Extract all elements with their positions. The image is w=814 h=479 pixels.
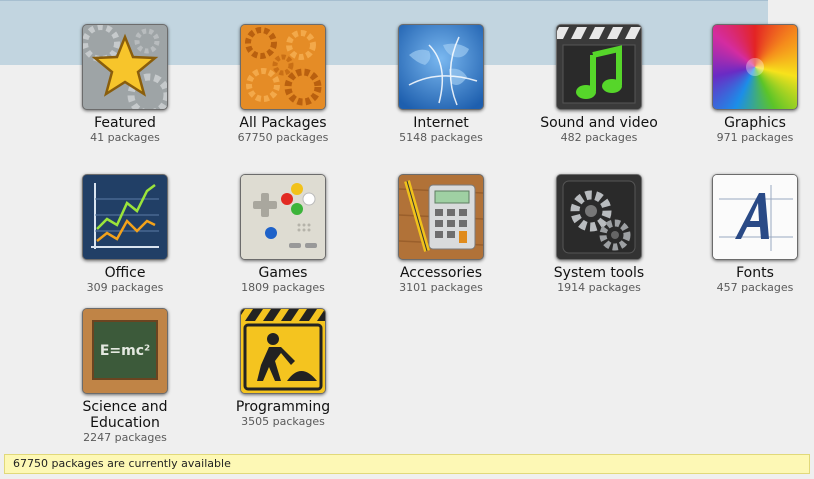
- category-sound-and-video[interactable]: Sound and video 482 packages: [538, 24, 660, 144]
- category-office[interactable]: Office 309 packages: [64, 174, 186, 294]
- category-label: Featured: [94, 115, 156, 131]
- package-count: 309 packages: [86, 281, 164, 294]
- category-system-tools[interactable]: System tools 1914 packages: [538, 174, 660, 294]
- package-count: 3101 packages: [399, 281, 483, 294]
- system-tools-gears-icon: [556, 174, 642, 260]
- category-label: Programming: [235, 399, 331, 415]
- package-count: 3505 packages: [241, 415, 325, 428]
- category-fonts[interactable]: Fonts 457 packages: [696, 174, 814, 294]
- category-all-packages[interactable]: All Packages 67750 packages: [222, 24, 344, 144]
- category-featured[interactable]: Featured 41 packages: [64, 24, 186, 144]
- package-count: 5148 packages: [399, 131, 483, 144]
- category-games[interactable]: Games 1809 packages: [222, 174, 344, 294]
- sound-video-icon: [556, 24, 642, 110]
- category-label: Internet: [413, 115, 469, 131]
- graphics-palette-icon: [712, 24, 798, 110]
- category-internet[interactable]: Internet 5148 packages: [380, 24, 502, 144]
- internet-globe-icon: [398, 24, 484, 110]
- package-count: 971 packages: [716, 131, 794, 144]
- status-bar: 67750 packages are currently available: [4, 454, 810, 474]
- package-count: 457 packages: [716, 281, 794, 294]
- category-programming[interactable]: Programming 3505 packages: [222, 308, 344, 428]
- office-chart-icon: [82, 174, 168, 260]
- fonts-letter-icon: [712, 174, 798, 260]
- accessories-calculator-icon: [398, 174, 484, 260]
- package-count: 482 packages: [560, 131, 638, 144]
- category-label: Office: [104, 265, 146, 281]
- category-label: Science and Education: [82, 399, 168, 431]
- package-count: 67750 packages: [237, 131, 329, 144]
- package-count: 2247 packages: [83, 431, 167, 444]
- category-accessories[interactable]: Accessories 3101 packages: [380, 174, 502, 294]
- category-label: Accessories: [399, 265, 483, 281]
- category-label: All Packages: [239, 115, 327, 131]
- all-packages-gears-icon: [240, 24, 326, 110]
- package-count: 1809 packages: [241, 281, 325, 294]
- formula-text: E=mc²: [100, 343, 150, 359]
- category-label: Sound and video: [540, 115, 658, 131]
- category-label: Fonts: [736, 265, 774, 281]
- package-count: 1914 packages: [557, 281, 641, 294]
- category-label: Games: [258, 265, 308, 281]
- category-label: Graphics: [724, 115, 786, 131]
- science-chalkboard-icon: E=mc²: [82, 308, 168, 394]
- programming-construction-icon: [240, 308, 326, 394]
- category-label: System tools: [553, 265, 645, 281]
- featured-star-icon: [82, 24, 168, 110]
- category-graphics[interactable]: Graphics 971 packages: [696, 24, 814, 144]
- package-count: 41 packages: [90, 131, 160, 144]
- games-console-icon: [240, 174, 326, 260]
- category-science-and-education[interactable]: E=mc² Science and Education 2247 package…: [64, 308, 186, 444]
